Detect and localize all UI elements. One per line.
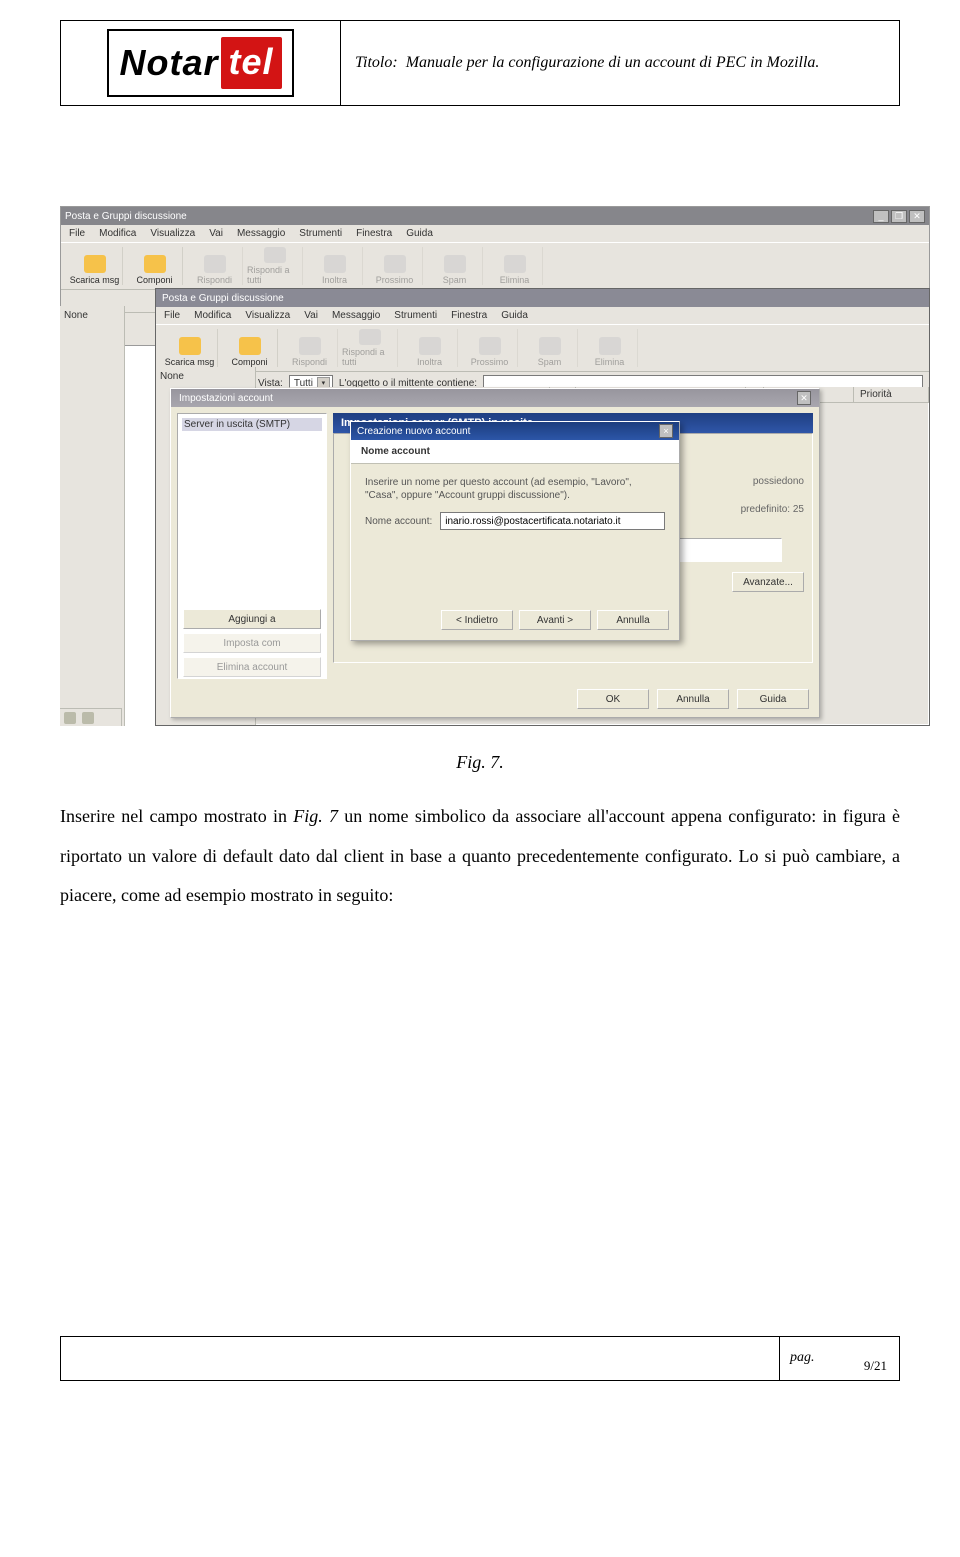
tb2-componi[interactable]: Componi <box>222 329 278 367</box>
title-label: Titolo: <box>355 54 398 71</box>
min-icon[interactable]: _ <box>873 210 889 223</box>
menu-strumenti[interactable]: Strumenti <box>299 228 342 239</box>
close-icon[interactable]: × <box>659 424 673 438</box>
tb2-spam[interactable]: Spam <box>522 329 578 367</box>
delete-account-button[interactable]: Elimina account <box>183 657 321 677</box>
help-button[interactable]: Guida <box>737 689 809 709</box>
tb-elimina[interactable]: Elimina <box>487 247 543 285</box>
footer-table: pag. 9/21 <box>60 1336 900 1381</box>
restore-icon[interactable]: ❐ <box>891 210 907 223</box>
inner-titlebar: Posta e Gruppi discussione <box>156 289 929 307</box>
menu-messaggio-2[interactable]: Messaggio <box>332 310 380 321</box>
title-cell: Titolo: Manuale per la configurazione di… <box>341 21 900 106</box>
outer-tree: None <box>60 306 125 726</box>
logo-cell: Notartel <box>61 21 341 106</box>
add-account-button[interactable]: Aggiungi a <box>183 609 321 629</box>
tb2-elimina[interactable]: Elimina <box>582 329 638 367</box>
tb2-inoltra[interactable]: Inoltra <box>402 329 458 367</box>
footer-page-number: 9/21 <box>864 1358 887 1374</box>
tb-inoltra[interactable]: Inoltra <box>307 247 363 285</box>
screenshot: Posta e Gruppi discussione _ ❐ ✕ File Mo… <box>60 206 930 726</box>
menu-finestra-2[interactable]: Finestra <box>451 310 487 321</box>
tb2-rispondi[interactable]: Rispondi <box>282 329 338 367</box>
wizard-cancel-button[interactable]: Annulla <box>597 610 669 630</box>
body-a: Inserire nel campo mostrato in <box>60 806 293 826</box>
none-label: None <box>60 306 124 325</box>
outer-window-title: Posta e Gruppi discussione <box>65 211 187 222</box>
logo-suffix: tel <box>221 37 282 89</box>
wizard-instructions: Inserire un nome per questo account (ad … <box>365 476 665 502</box>
account-name-input[interactable] <box>440 512 665 530</box>
header-table: Notartel Titolo: Manuale per la configur… <box>60 20 900 106</box>
status-bar <box>60 708 122 726</box>
cancel-button[interactable]: Annulla <box>657 689 729 709</box>
next-button[interactable]: Avanti > <box>519 610 591 630</box>
footer-label: pag. <box>790 1350 815 1365</box>
tb-scarica[interactable]: Scarica msg <box>67 247 123 285</box>
menu-file-2[interactable]: File <box>164 310 180 321</box>
status-icon <box>82 712 94 724</box>
outer-toolbar: Scarica msg Componi Rispondi Rispondi a … <box>61 242 929 290</box>
menu-messaggio[interactable]: Messaggio <box>237 228 285 239</box>
inner-toolbar: Scarica msg Componi Rispondi Rispondi a … <box>156 324 929 372</box>
logo-prefix: Notar <box>119 42 218 84</box>
side-text-1: possiedono <box>753 476 804 487</box>
outer-titlebar: Posta e Gruppi discussione _ ❐ ✕ <box>61 207 929 225</box>
menu-finestra[interactable]: Finestra <box>356 228 392 239</box>
new-account-wizard: Creazione nuovo account × Nome account I… <box>350 421 680 641</box>
tb2-prossimo[interactable]: Prossimo <box>462 329 518 367</box>
account-name-label: Nome account: <box>365 516 432 527</box>
close-icon[interactable]: ✕ <box>797 391 811 405</box>
menu-file[interactable]: File <box>69 228 85 239</box>
set-default-button[interactable]: Imposta com <box>183 633 321 653</box>
col-priorita-2[interactable]: Priorità <box>854 387 929 402</box>
tb-prossimo[interactable]: Prossimo <box>367 247 423 285</box>
menu-guida[interactable]: Guida <box>406 228 433 239</box>
footer-page-cell: pag. 9/21 <box>780 1336 900 1380</box>
tb-componi[interactable]: Componi <box>127 247 183 285</box>
menu-strumenti-2[interactable]: Strumenti <box>394 310 437 321</box>
side-text-2: predefinito: 25 <box>741 504 804 515</box>
menu-vai[interactable]: Vai <box>209 228 223 239</box>
outer-menubar[interactable]: File Modifica Visualizza Vai Messaggio S… <box>61 225 929 242</box>
wizard-subtitle: Nome account <box>351 440 679 464</box>
advanced-button[interactable]: Avanzate... <box>732 572 804 592</box>
menu-vai-2[interactable]: Vai <box>304 310 318 321</box>
account-dialog-title: Impostazioni account ✕ <box>171 389 819 407</box>
tb2-scarica[interactable]: Scarica msg <box>162 329 218 367</box>
tb-rispondi[interactable]: Rispondi <box>187 247 243 285</box>
footer-empty <box>61 1336 780 1380</box>
body-figref: Fig. 7 <box>293 806 338 826</box>
ok-button[interactable]: OK <box>577 689 649 709</box>
account-tree-smtp[interactable]: Server in uscita (SMTP) <box>182 418 322 431</box>
menu-modifica-2[interactable]: Modifica <box>194 310 231 321</box>
status-icon <box>64 712 76 724</box>
tb-spam[interactable]: Spam <box>427 247 483 285</box>
menu-visualizza[interactable]: Visualizza <box>150 228 195 239</box>
inner-menubar[interactable]: File Modifica Visualizza Vai Messaggio S… <box>156 307 929 324</box>
back-button[interactable]: < Indietro <box>441 610 513 630</box>
figure-caption: Fig. 7. <box>60 752 900 773</box>
logo: Notartel <box>107 29 293 97</box>
inner-window-title: Posta e Gruppi discussione <box>162 293 284 304</box>
none-label-2: None <box>160 371 251 382</box>
body-paragraph: Inserire nel campo mostrato in Fig. 7 un… <box>60 797 900 916</box>
wizard-title: Creazione nuovo account × <box>351 422 679 440</box>
close-icon[interactable]: ✕ <box>909 210 925 223</box>
page-title: Manuale per la configurazione di un acco… <box>406 54 820 71</box>
menu-modifica[interactable]: Modifica <box>99 228 136 239</box>
tb-rispondi-tutti[interactable]: Rispondi a tutti <box>247 247 303 285</box>
menu-guida-2[interactable]: Guida <box>501 310 528 321</box>
tb2-rispondi-tutti[interactable]: Rispondi a tutti <box>342 329 398 367</box>
menu-visualizza-2[interactable]: Visualizza <box>245 310 290 321</box>
